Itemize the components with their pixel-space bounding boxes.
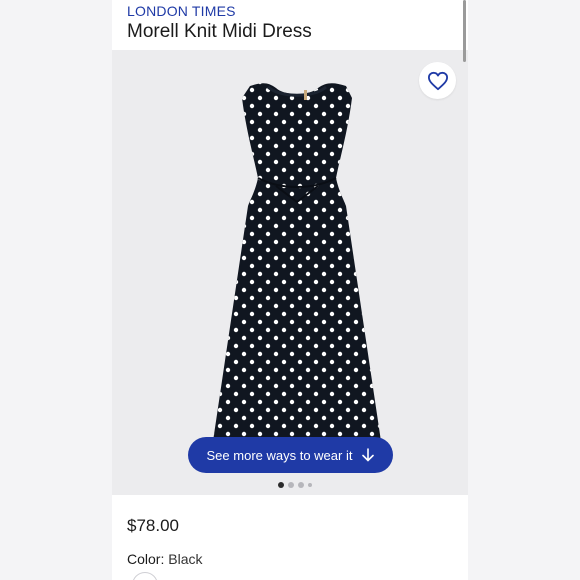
gallery-dot-4[interactable] bbox=[308, 483, 312, 487]
left-backdrop bbox=[0, 0, 112, 580]
see-more-ways-label: See more ways to wear it bbox=[206, 447, 353, 463]
gallery-pagination bbox=[112, 480, 468, 490]
product-image bbox=[176, 78, 418, 453]
color-swatch[interactable] bbox=[132, 572, 158, 580]
color-label: Color: bbox=[127, 551, 165, 567]
gallery-dot-1[interactable] bbox=[278, 482, 284, 488]
color-value: Black bbox=[168, 551, 203, 567]
gallery-dot-2[interactable] bbox=[288, 482, 294, 488]
arrow-down-icon bbox=[362, 448, 375, 462]
product-page: LONDON TIMES Morell Knit Midi Dress See … bbox=[112, 0, 468, 580]
brand-name[interactable]: LONDON TIMES bbox=[127, 3, 236, 19]
product-image-gallery[interactable]: See more ways to wear it bbox=[112, 50, 468, 495]
product-title: Morell Knit Midi Dress bbox=[127, 21, 312, 42]
color-row: Color: Black bbox=[127, 551, 202, 567]
right-backdrop bbox=[468, 0, 580, 580]
see-more-ways-button[interactable]: See more ways to wear it bbox=[188, 437, 393, 473]
product-price: $78.00 bbox=[127, 516, 179, 535]
scrollbar[interactable] bbox=[463, 0, 466, 62]
heart-outline-icon bbox=[427, 71, 448, 90]
favorite-button[interactable] bbox=[419, 62, 456, 99]
gallery-dot-3[interactable] bbox=[298, 482, 304, 488]
